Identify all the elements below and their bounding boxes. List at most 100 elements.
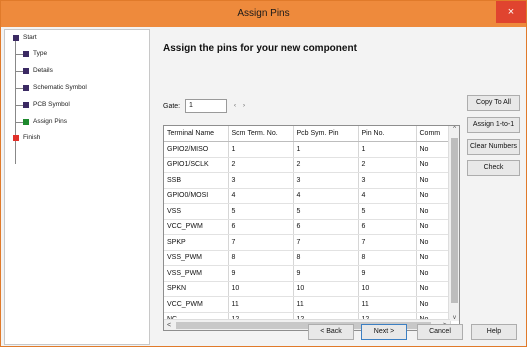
help-button[interactable]: Help [471, 324, 517, 340]
assign-1to1-button[interactable]: Assign 1-to-1 [467, 117, 520, 133]
table-cell[interactable]: 3 [293, 172, 359, 189]
vertical-scroll-thumb[interactable] [451, 138, 458, 303]
table-cell[interactable]: No [416, 296, 451, 313]
table-row[interactable]: VCC_PWM 11 11 11 No [164, 296, 451, 313]
table-cell[interactable]: GPIO1/SCLK [164, 157, 229, 173]
table-header-row: Terminal Name Scm Term. No. Pcb Sym. Pin… [164, 126, 451, 142]
scroll-up-icon[interactable]: ^ [449, 126, 459, 132]
title-bar[interactable]: Assign Pins × [1, 1, 526, 27]
step-label: Details [33, 67, 53, 74]
table-cell[interactable]: 4 [293, 188, 359, 204]
next-button[interactable]: Next > [361, 324, 407, 340]
table-cell[interactable]: SSB [164, 172, 229, 189]
table-cell[interactable]: 5 [293, 203, 359, 220]
table-cell[interactable]: 4 [228, 188, 294, 204]
step-label: Finish [23, 134, 41, 141]
tree-branch [16, 105, 23, 106]
close-icon[interactable]: × [496, 1, 526, 23]
table-cell[interactable]: 7 [293, 234, 359, 251]
table-cell[interactable]: VSS [164, 203, 229, 220]
table-cell[interactable]: 9 [228, 265, 294, 282]
table-cell[interactable]: 11 [358, 296, 417, 313]
table-cell[interactable]: No [416, 157, 451, 173]
table-cell[interactable]: 3 [358, 172, 417, 189]
pin-assignment-grid[interactable]: Terminal Name Scm Term. No. Pcb Sym. Pin… [163, 125, 460, 331]
table-cell[interactable]: 10 [228, 281, 294, 297]
column-header[interactable]: Scm Term. No. [228, 126, 294, 142]
main-panel: Assign the pins for your new component G… [151, 29, 526, 346]
table-cell[interactable]: No [416, 172, 451, 189]
table-cell[interactable]: No [416, 281, 451, 297]
table-cell[interactable]: 10 [293, 281, 359, 297]
cancel-button[interactable]: Cancel [417, 324, 463, 340]
table-cell[interactable]: 4 [358, 188, 417, 204]
table-cell[interactable]: 1 [293, 141, 359, 158]
table-cell[interactable]: 2 [228, 157, 294, 173]
table-cell[interactable]: SPKN [164, 281, 229, 297]
table-row[interactable]: GPIO2/MISO 1 1 1 No [164, 141, 451, 158]
check-button[interactable]: Check [467, 160, 520, 176]
table-cell[interactable]: 5 [228, 203, 294, 220]
gate-prev-icon[interactable]: ‹ [231, 100, 239, 112]
table-cell[interactable]: 3 [228, 172, 294, 189]
back-button[interactable]: < Back [308, 324, 354, 340]
table-cell[interactable]: 11 [293, 296, 359, 313]
table-cell[interactable]: No [416, 234, 451, 251]
table-cell[interactable]: 7 [358, 234, 417, 251]
table-cell[interactable]: No [416, 219, 451, 235]
table-cell[interactable]: 8 [358, 250, 417, 266]
table-row[interactable]: SSB 3 3 3 No [164, 172, 451, 189]
column-header[interactable]: Comm [416, 126, 451, 142]
table-cell[interactable]: GPIO0/MOSI [164, 188, 229, 204]
table-cell[interactable]: 10 [358, 281, 417, 297]
column-header[interactable]: Pin No. [358, 126, 417, 142]
table-cell[interactable]: 5 [358, 203, 417, 220]
table-cell[interactable]: 9 [358, 265, 417, 282]
table-row[interactable]: VCC_PWM 6 6 6 No [164, 219, 451, 235]
table-cell[interactable]: 9 [293, 265, 359, 282]
gate-next-icon[interactable]: › [240, 100, 248, 112]
table-cell[interactable]: VSS_PWM [164, 265, 229, 282]
table-cell[interactable]: 11 [228, 296, 294, 313]
table-row[interactable]: SPKP 7 7 7 No [164, 234, 451, 251]
table-cell[interactable]: 1 [358, 141, 417, 158]
table-cell[interactable]: No [416, 188, 451, 204]
table-cell[interactable]: No [416, 203, 451, 220]
table-cell[interactable]: 8 [228, 250, 294, 266]
copy-to-all-button[interactable]: Copy To All [467, 95, 520, 111]
table-row[interactable]: GPIO1/SCLK 2 2 2 No [164, 157, 451, 173]
table-row[interactable]: GPIO0/MOSI 4 4 4 No [164, 188, 451, 204]
clear-numbers-button[interactable]: Clear Numbers [467, 139, 520, 155]
vertical-scrollbar[interactable]: ^ v [448, 126, 459, 321]
table-row[interactable]: VSS_PWM 9 9 9 No [164, 265, 451, 282]
table-cell[interactable]: No [416, 250, 451, 266]
table-cell[interactable]: 6 [358, 219, 417, 235]
table-cell[interactable]: 1 [228, 141, 294, 158]
table-row[interactable]: VSS_PWM 8 8 8 No [164, 250, 451, 266]
table-cell[interactable]: 6 [228, 219, 294, 235]
column-header[interactable]: Terminal Name [164, 126, 229, 142]
table-cell[interactable]: GPIO2/MISO [164, 141, 229, 158]
table-row[interactable]: VSS 5 5 5 No [164, 203, 451, 220]
tree-branch [16, 54, 23, 55]
table-cell[interactable]: No [416, 141, 451, 158]
scroll-left-icon[interactable]: < [164, 320, 174, 330]
table-cell[interactable]: 2 [358, 157, 417, 173]
table-cell[interactable]: SPKP [164, 234, 229, 251]
table-cell[interactable]: VSS_PWM [164, 250, 229, 266]
table-cell[interactable]: 6 [293, 219, 359, 235]
scroll-down-icon[interactable]: v [449, 315, 459, 321]
horizontal-scrollbar[interactable]: < > [164, 319, 450, 330]
table-cell[interactable]: VCC_PWM [164, 219, 229, 235]
step-done-icon [23, 51, 29, 57]
tree-branch [16, 71, 23, 72]
table-cell[interactable]: 7 [228, 234, 294, 251]
table-cell[interactable]: VCC_PWM [164, 296, 229, 313]
pin-table: Terminal Name Scm Term. No. Pcb Sym. Pin… [164, 126, 451, 328]
table-cell[interactable]: 2 [293, 157, 359, 173]
table-cell[interactable]: 8 [293, 250, 359, 266]
gate-field[interactable]: 1 [185, 99, 227, 113]
column-header[interactable]: Pcb Sym. Pin [293, 126, 359, 142]
table-row[interactable]: SPKN 10 10 10 No [164, 281, 451, 297]
table-cell[interactable]: No [416, 265, 451, 282]
